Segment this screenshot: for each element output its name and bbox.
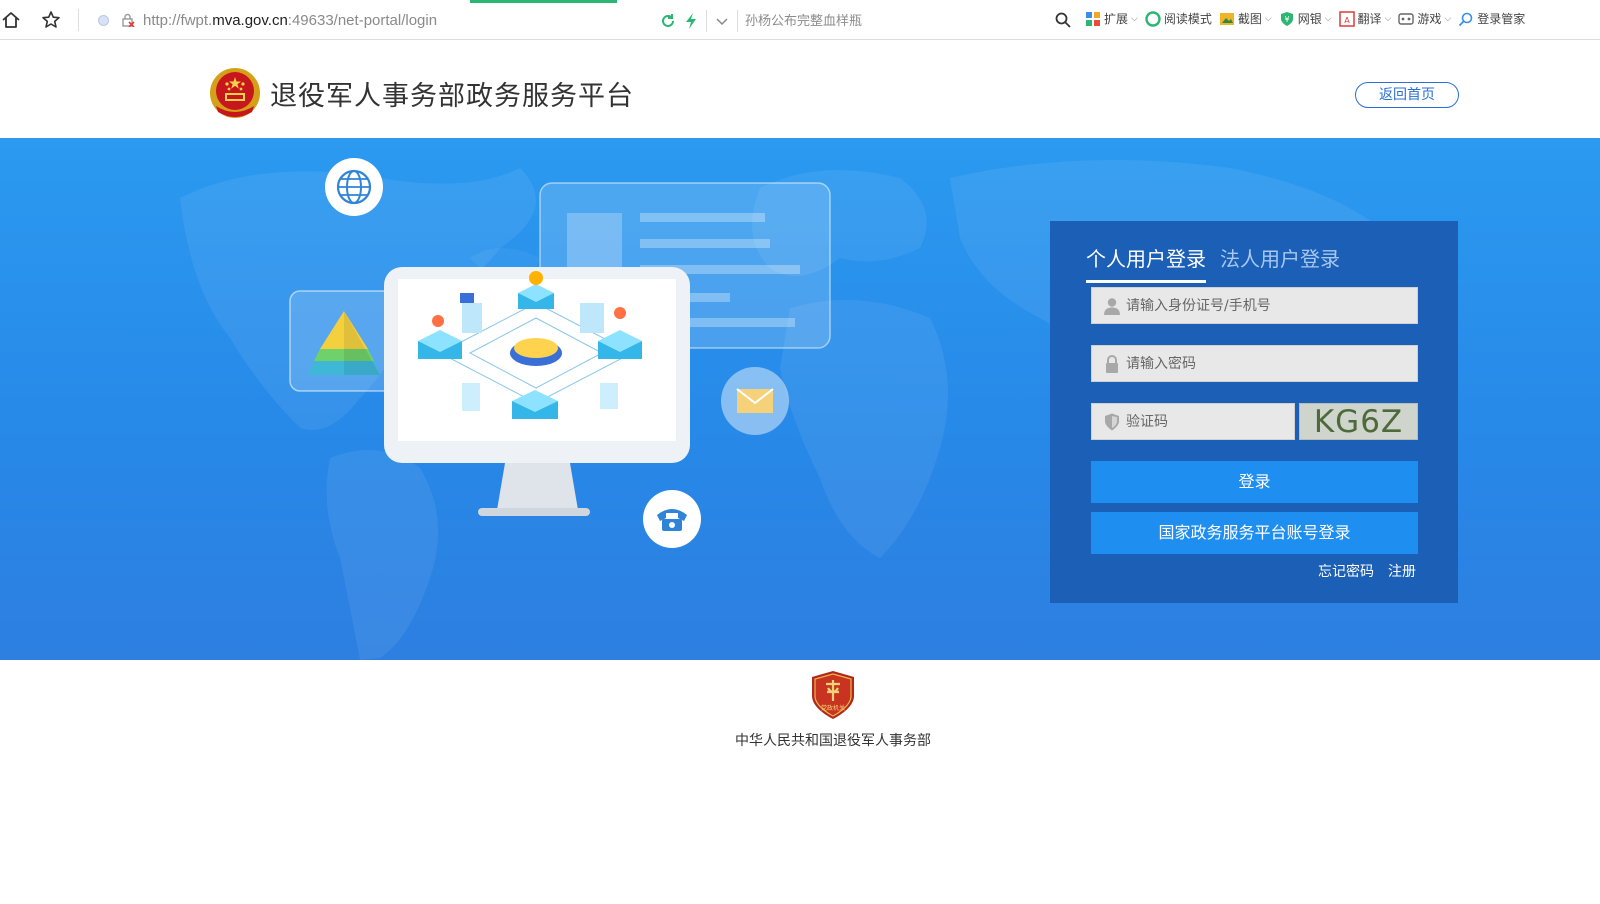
chevron-down-icon: ⌵ bbox=[1384, 13, 1392, 24]
register-link[interactable]: 注册 bbox=[1388, 561, 1416, 581]
page-load-progress bbox=[470, 0, 617, 3]
forgot-password-link[interactable]: 忘记密码 bbox=[1318, 561, 1374, 581]
toolbar-label: 游戏 bbox=[1417, 12, 1442, 26]
toolbar-label: 阅读模式 bbox=[1163, 12, 1212, 26]
home-icon[interactable] bbox=[0, 9, 22, 31]
toolbar-item-login-manager[interactable]: 登录管家 bbox=[1458, 10, 1525, 27]
svg-text:¥: ¥ bbox=[1284, 15, 1289, 24]
url-text[interactable]: http://fwpt.mva.gov.cn:49633/net-portal/… bbox=[143, 12, 437, 29]
site-title: 退役军人事务部政务服务平台 bbox=[270, 81, 634, 112]
chevron-down-icon: ⌵ bbox=[1131, 13, 1138, 24]
games-icon bbox=[1398, 12, 1415, 25]
back-home-button[interactable]: 返回首页 bbox=[1355, 82, 1459, 108]
monitor-icon bbox=[384, 267, 690, 516]
lightning-icon[interactable] bbox=[684, 12, 698, 30]
login-panel: 个人用户登录 法人用户登录 KG6Z bbox=[1050, 221, 1458, 603]
tab-legal-person-login[interactable]: 法人用户登录 bbox=[1220, 243, 1340, 283]
globe-icon bbox=[325, 158, 383, 216]
captcha-field[interactable] bbox=[1091, 403, 1295, 440]
panel-links: 忘记密码 注册 bbox=[1318, 561, 1416, 581]
site-header: 退役军人事务部政务服务平台 返回首页 bbox=[0, 40, 1600, 138]
login-tabs: 个人用户登录 法人用户登录 bbox=[1086, 243, 1340, 283]
tab-personal-login[interactable]: 个人用户登录 bbox=[1086, 243, 1206, 283]
screenshot-icon bbox=[1219, 12, 1234, 25]
bookmark-star-icon[interactable] bbox=[40, 9, 62, 31]
site-info-icon[interactable] bbox=[98, 14, 109, 26]
translate-icon: A bbox=[1338, 10, 1355, 27]
toolbar-label: 扩展 bbox=[1104, 12, 1129, 26]
online-banking-icon: ¥ bbox=[1280, 11, 1293, 26]
search-icon[interactable] bbox=[1054, 11, 1072, 29]
captcha-code: KG6Z bbox=[1313, 403, 1404, 440]
address-divider bbox=[737, 10, 738, 32]
toolbar-label: 网银 bbox=[1297, 12, 1322, 26]
address-bar[interactable]: http://fwpt.mva.gov.cn:49633/net-portal/… bbox=[98, 8, 437, 32]
footer-org-name: 中华人民共和国退役军人事务部 bbox=[735, 733, 931, 749]
login-button[interactable]: 登录 bbox=[1091, 461, 1418, 503]
browser-toolbar: http://fwpt.mva.gov.cn:49633/net-portal/… bbox=[0, 0, 1600, 40]
digital-services-illustration bbox=[289, 158, 831, 548]
chevron-down-icon[interactable] bbox=[715, 14, 729, 28]
captcha-image[interactable]: KG6Z bbox=[1299, 403, 1418, 440]
national-emblem-icon[interactable] bbox=[208, 66, 262, 120]
svg-text:A: A bbox=[1344, 16, 1350, 25]
toolbar-item-screenshot[interactable]: 截图 ⌵ bbox=[1219, 10, 1272, 27]
chevron-down-icon: ⌵ bbox=[1264, 13, 1272, 24]
pyramid-chart-card bbox=[289, 290, 401, 392]
address-tools bbox=[660, 10, 738, 32]
telephone-icon bbox=[643, 490, 701, 548]
address-divider bbox=[706, 10, 707, 32]
refresh-icon[interactable] bbox=[660, 13, 676, 29]
toolbar-item-reading-mode[interactable]: 阅读模式 bbox=[1145, 10, 1212, 27]
browser-extensions-bar: 扩展 ⌵ 阅读模式 截图 ⌵ ¥ 网银 ⌵ A 翻译 ⌵ 游戏 ⌵ 登录管家 bbox=[1085, 10, 1525, 27]
login-manager-icon bbox=[1459, 12, 1473, 26]
captcha-input[interactable] bbox=[1126, 413, 1294, 430]
toolbar-label: 登录管家 bbox=[1477, 12, 1526, 26]
password-field[interactable] bbox=[1091, 345, 1418, 382]
user-icon bbox=[1104, 297, 1120, 315]
id-number-field[interactable] bbox=[1091, 287, 1418, 324]
hero-banner: 个人用户登录 法人用户登录 KG6Z bbox=[0, 138, 1600, 660]
id-number-input[interactable] bbox=[1126, 297, 1417, 314]
mail-icon bbox=[721, 367, 789, 435]
toolbar-item-translate[interactable]: A 翻译 ⌵ bbox=[1338, 10, 1392, 27]
toolbar-divider bbox=[78, 9, 79, 31]
chevron-down-icon: ⌵ bbox=[1324, 13, 1332, 24]
extensions-icon bbox=[1086, 11, 1100, 26]
national-platform-login-button[interactable]: 国家政务服务平台账号登录 bbox=[1091, 512, 1418, 554]
chevron-down-icon: ⌵ bbox=[1444, 13, 1452, 24]
toolbar-item-online-banking[interactable]: ¥ 网银 ⌵ bbox=[1279, 10, 1332, 27]
toolbar-item-extensions[interactable]: 扩展 ⌵ bbox=[1085, 10, 1138, 27]
url-host: mva.gov.cn bbox=[212, 11, 288, 29]
hot-search-suggestion[interactable]: 孙杨公布完整血样瓶 bbox=[745, 10, 862, 29]
password-input[interactable] bbox=[1126, 355, 1417, 372]
url-suffix: :49633/net-portal/login bbox=[287, 11, 438, 29]
government-agency-badge[interactable]: 党政机关 bbox=[810, 670, 856, 720]
badge-text: 党政机关 bbox=[821, 704, 845, 712]
url-prefix: http://fwpt. bbox=[143, 11, 213, 29]
toolbar-item-games[interactable]: 游戏 ⌵ bbox=[1398, 10, 1451, 27]
lock-icon bbox=[1106, 354, 1118, 373]
reading-mode-icon bbox=[1145, 10, 1161, 27]
toolbar-label: 翻译 bbox=[1357, 12, 1382, 26]
shield-icon bbox=[1105, 413, 1119, 430]
not-secure-icon[interactable] bbox=[121, 13, 135, 27]
toolbar-label: 截图 bbox=[1237, 12, 1262, 26]
